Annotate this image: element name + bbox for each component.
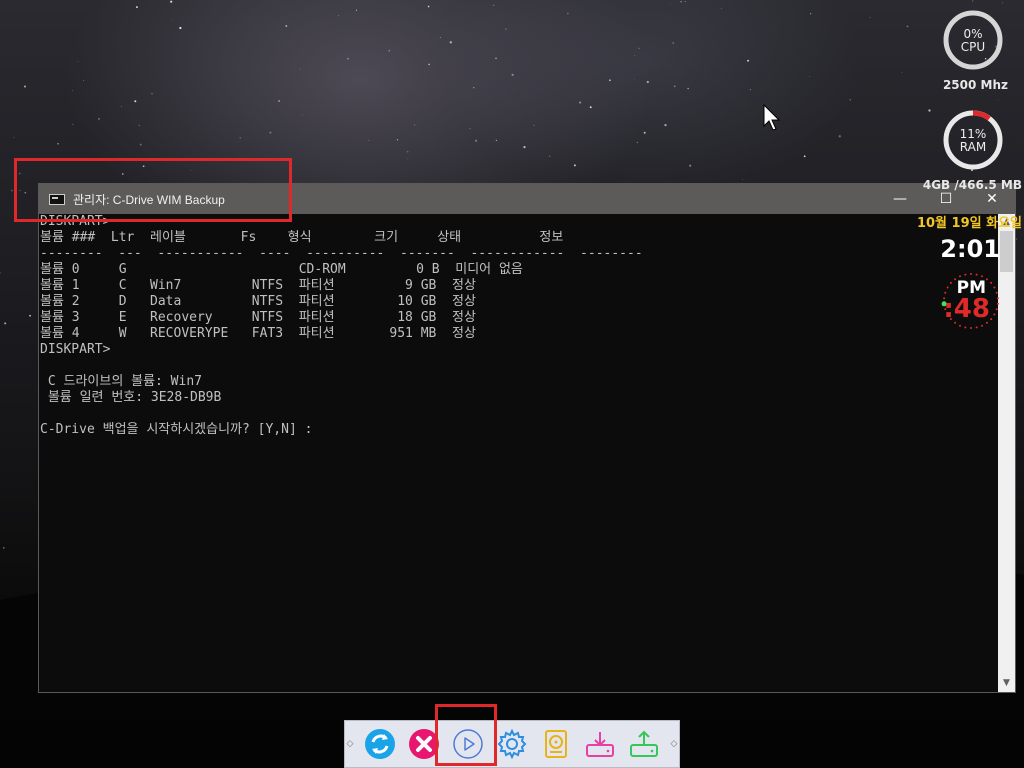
- console-line: 볼륨 2 D Data NTFS 파티션 10 GB 정상: [40, 294, 476, 309]
- download-drive-icon: [586, 732, 614, 757]
- console-line: C 드라이브의 볼륨: Win7: [40, 374, 202, 389]
- ram-size: 4GB /466.5 MB: [922, 178, 1022, 192]
- gear-icon: [497, 728, 527, 760]
- upload-drive-icon: [630, 730, 658, 757]
- ram-label: RAM: [959, 140, 987, 154]
- title-highlight-box: [14, 158, 292, 222]
- backup-drive-button[interactable]: [539, 727, 573, 761]
- ram-gauge: 11% RAM: [941, 108, 1005, 172]
- console-window: 관리자: C-Drive WIM Backup — ☐ ✕ DISKPART> 볼…: [38, 183, 1016, 693]
- date-label: 10월 19일 화요일: [916, 216, 1022, 231]
- download-drive-button[interactable]: [583, 727, 617, 761]
- console-line: 볼륨 4 W RECOVERYPE FAT3 파티션 951 MB 정상: [40, 326, 476, 341]
- play-button-highlight-box: [435, 704, 497, 766]
- toolbar-right-handle[interactable]: ◇: [669, 721, 679, 767]
- refresh-icon: [365, 729, 395, 759]
- upload-drive-button[interactable]: [627, 727, 661, 761]
- clock-seconds: :48: [943, 294, 990, 324]
- cpu-label: CPU: [960, 40, 986, 54]
- clock-time: 2:01: [940, 235, 1000, 263]
- toolbar-left-handle[interactable]: ◇: [345, 721, 355, 767]
- refresh-button[interactable]: [363, 727, 397, 761]
- scrollbar-thumb[interactable]: [1000, 231, 1013, 272]
- console-line: 볼륨 0 G CD-ROM 0 B 미디어 없음: [40, 262, 523, 277]
- mouse-cursor-icon: [763, 104, 781, 131]
- cpu-gauge: 0% CPU: [941, 8, 1005, 72]
- settings-button[interactable]: [495, 727, 529, 761]
- console-line: 볼륨 3 E Recovery NTFS 파티션 18 GB 정상: [40, 310, 476, 325]
- console-line: 볼륨 ### Ltr 레이블 Fs 형식 크기 상태 정보: [40, 230, 564, 245]
- console-line: 볼륨 일련 번호: 3E28-DB9B: [40, 390, 222, 405]
- cpu-frequency: 2500 Mhz: [942, 78, 1008, 92]
- hard-drive-icon: [545, 730, 567, 758]
- scroll-down-arrow-icon[interactable]: ▼: [998, 675, 1015, 692]
- console-line: C-Drive 백업을 시작하시겠습니까? [Y,N] :: [40, 422, 313, 437]
- console-output-area[interactable]: DISKPART> 볼륨 ### Ltr 레이블 Fs 형식 크기 상태 정보 --…: [39, 214, 998, 692]
- console-line: DISKPART>: [40, 342, 111, 357]
- console-output: DISKPART> 볼륨 ### Ltr 레이블 Fs 형식 크기 상태 정보 --…: [39, 214, 998, 438]
- launcher-toolbar: ◇ ◇: [344, 720, 680, 768]
- console-line: -------- --- ----------- ---- ----------…: [40, 246, 643, 261]
- console-line: 볼륨 1 C Win7 NTFS 파티션 9 GB 정상: [40, 278, 476, 293]
